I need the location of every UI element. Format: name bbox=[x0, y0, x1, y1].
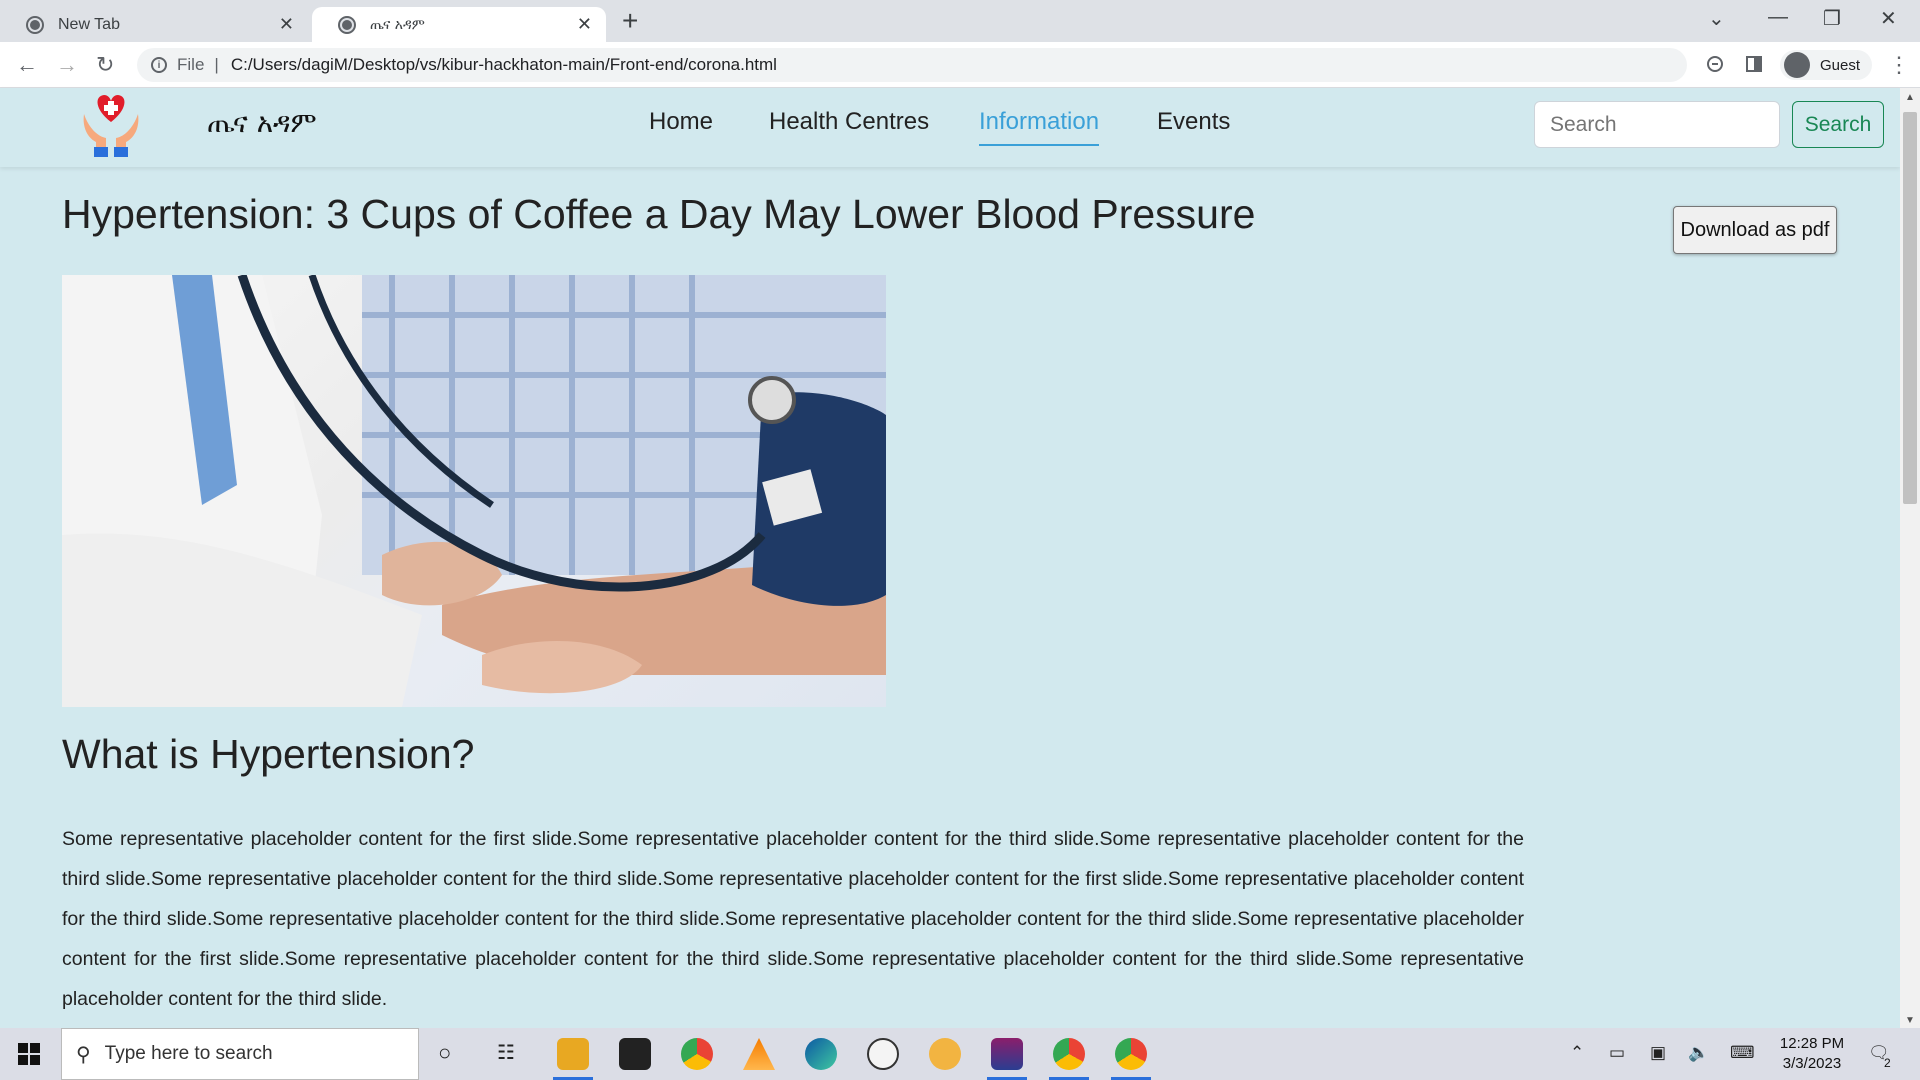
taskbar-search-placeholder: Type here to search bbox=[104, 1043, 273, 1064]
minimize-icon[interactable]: — bbox=[1768, 6, 1788, 29]
section-heading: What is Hypertension? bbox=[62, 731, 475, 777]
battery-icon[interactable]: ▣ bbox=[1650, 1043, 1666, 1063]
extensions-icon[interactable] bbox=[1705, 54, 1725, 74]
browser-tab-strip: New Tab ✕ ጤና አዳም ✕ + ⌄ — ❐ ✕ bbox=[0, 0, 1920, 42]
restore-icon[interactable]: ❐ bbox=[1823, 6, 1841, 31]
profile-button[interactable]: Guest bbox=[1780, 50, 1873, 80]
cortana-icon[interactable]: ○ bbox=[438, 1040, 451, 1066]
winrar-icon[interactable] bbox=[987, 1038, 1027, 1080]
search-icon: ⚲ bbox=[76, 1043, 91, 1066]
scroll-down-arrow-icon[interactable]: ▼ bbox=[1905, 1015, 1915, 1026]
file-explorer-icon[interactable] bbox=[553, 1038, 593, 1080]
profile-label: Guest bbox=[1820, 56, 1861, 74]
network-icon[interactable]: ▭ bbox=[1609, 1043, 1625, 1063]
vlc-icon[interactable] bbox=[743, 1038, 775, 1070]
taskbar-search-box[interactable]: ⚲ Type here to search bbox=[61, 1028, 419, 1080]
article-title: Hypertension: 3 Cups of Coffee a Day May… bbox=[62, 191, 1256, 237]
tab-label: New Tab bbox=[58, 15, 120, 33]
blood-pressure-photo bbox=[62, 275, 886, 707]
window-close-icon[interactable]: ✕ bbox=[1880, 6, 1897, 31]
taskbar-clock[interactable]: 12:28 PM 3/3/2023 bbox=[1772, 1034, 1852, 1074]
globe-icon bbox=[338, 15, 356, 34]
blood-pressure-illustration bbox=[62, 275, 886, 707]
search-tool-icon[interactable] bbox=[929, 1038, 961, 1070]
back-arrow-icon[interactable]: ← bbox=[16, 52, 38, 78]
article-body: Some representative placeholder content … bbox=[62, 828, 1524, 1010]
tab-new-tab[interactable]: New Tab ✕ bbox=[0, 7, 308, 42]
health-hands-logo-icon[interactable] bbox=[80, 92, 142, 158]
globe-icon bbox=[26, 15, 44, 34]
avatar bbox=[1784, 52, 1810, 78]
site-navbar: ጤና አዳም Home Health Centres Information E… bbox=[0, 88, 1900, 167]
chrome-profile-icon[interactable] bbox=[1049, 1038, 1089, 1080]
side-panel-icon[interactable] bbox=[1744, 54, 1764, 74]
tab-active-site[interactable]: ጤና አዳም ✕ bbox=[312, 7, 606, 42]
windows-taskbar: ⚲ Type here to search ○ ☷ ⌃ ▭ ▣ 🔈 ⌨ 12:2… bbox=[0, 1028, 1920, 1080]
download-pdf-button[interactable]: Download as pdf bbox=[1673, 206, 1837, 254]
site-brand[interactable]: ጤና አዳም bbox=[207, 106, 317, 140]
tab-search-chevron-icon[interactable]: ⌄ bbox=[1708, 6, 1725, 31]
clock-date: 3/3/2023 bbox=[1782, 1055, 1842, 1072]
clock-app-icon[interactable] bbox=[867, 1038, 899, 1070]
close-icon[interactable]: ✕ bbox=[279, 14, 294, 35]
reload-icon[interactable]: ↻ bbox=[96, 52, 114, 78]
separator: | bbox=[214, 55, 219, 74]
nav-events[interactable]: Events bbox=[1157, 108, 1230, 136]
new-tab-plus-icon[interactable]: + bbox=[622, 7, 638, 35]
scrollbar-thumb[interactable] bbox=[1903, 112, 1917, 504]
scroll-up-arrow-icon[interactable]: ▲ bbox=[1905, 92, 1915, 103]
kebab-menu-icon[interactable]: ⋮ bbox=[1888, 52, 1910, 78]
notification-count-badge: 2 bbox=[1884, 1056, 1891, 1070]
site-info-icon[interactable]: i bbox=[151, 57, 167, 73]
tab-label: ጤና አዳም bbox=[370, 16, 425, 33]
close-icon[interactable]: ✕ bbox=[577, 14, 592, 35]
site-search-button[interactable]: Search bbox=[1792, 101, 1884, 148]
volume-icon[interactable]: 🔈 bbox=[1688, 1043, 1709, 1063]
sticky-notes-icon[interactable] bbox=[619, 1038, 651, 1070]
nav-health-centres[interactable]: Health Centres bbox=[769, 108, 929, 136]
chrome-guest-icon[interactable] bbox=[1111, 1038, 1151, 1080]
edge-icon[interactable] bbox=[805, 1038, 837, 1070]
forward-arrow-icon[interactable]: → bbox=[56, 52, 78, 78]
site-search-input[interactable] bbox=[1534, 101, 1780, 148]
browser-toolbar: ← → ↻ i File | C:/Users/dagiM/Desktop/vs… bbox=[0, 42, 1920, 88]
clock-time: 12:28 PM bbox=[1779, 1035, 1845, 1052]
show-hidden-icons-chevron-icon[interactable]: ⌃ bbox=[1570, 1043, 1584, 1063]
chrome-icon[interactable] bbox=[681, 1038, 713, 1070]
nav-home[interactable]: Home bbox=[649, 108, 713, 136]
scheme-label: File bbox=[177, 55, 205, 74]
page-scrollbar[interactable]: ▲ ▼ bbox=[1900, 88, 1920, 1028]
nav-information[interactable]: Information bbox=[979, 108, 1100, 146]
task-view-icon[interactable]: ☷ bbox=[497, 1040, 515, 1065]
keyboard-icon[interactable]: ⌨ bbox=[1730, 1043, 1755, 1063]
windows-start-icon[interactable] bbox=[18, 1043, 40, 1065]
address-bar[interactable]: i File | C:/Users/dagiM/Desktop/vs/kibur… bbox=[137, 48, 1687, 82]
url-text: C:/Users/dagiM/Desktop/vs/kibur-hackhato… bbox=[230, 55, 777, 74]
